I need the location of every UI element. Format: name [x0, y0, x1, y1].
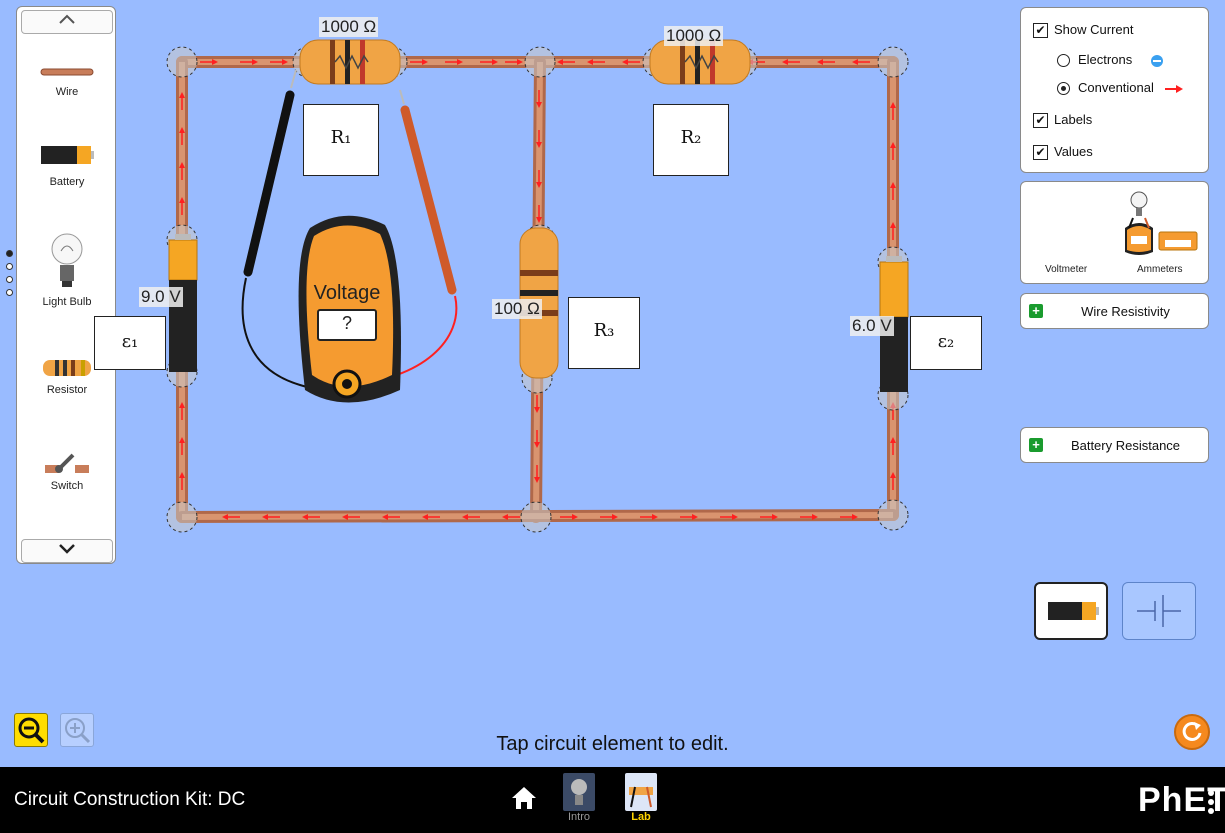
checkbox-checked-icon: ✔ [1033, 23, 1048, 39]
vertex[interactable] [166, 501, 198, 533]
lab-circuit-icon [625, 773, 657, 811]
resistor-r2[interactable] [649, 39, 751, 85]
radio-selected-icon [1057, 82, 1070, 96]
screen-lab-button[interactable]: Lab [620, 773, 662, 823]
e1-value-label[interactable]: 9.0 V [139, 287, 183, 307]
voltmeter-tool-label: Voltmeter [1045, 264, 1088, 275]
battery-view-icon [1048, 602, 1099, 620]
voltmeter-reading: ? [341, 313, 352, 333]
intro-bulb-icon [563, 773, 595, 811]
vertex[interactable] [877, 46, 909, 78]
expand-plus-icon[interactable]: + [1029, 304, 1043, 318]
expand-plus-icon[interactable]: + [1029, 438, 1043, 452]
schematic-battery-icon [1137, 595, 1181, 627]
electron-icon [1150, 54, 1163, 67]
checkbox-checked-icon: ✔ [1033, 113, 1048, 129]
ammeters-tool-label: Ammeters [1137, 264, 1183, 275]
lifelike-view-button[interactable] [1034, 582, 1108, 640]
label-r1: R₁ [303, 104, 379, 176]
label-r2: R₂ [653, 104, 729, 176]
e2-value-label[interactable]: 6.0 V [850, 316, 894, 336]
r2-value-label[interactable]: 1000 Ω [664, 26, 724, 46]
radio-unselected-icon [1057, 54, 1070, 68]
label-e1: ε₁ [94, 316, 166, 370]
wire-resistivity-accordion[interactable]: + Wire Resistivity [1020, 293, 1209, 329]
conventional-arrow-icon [1164, 84, 1183, 93]
battery-resistance-accordion[interactable]: + Battery Resistance [1020, 427, 1209, 463]
edit-hint-text: Tap circuit element to edit. [496, 733, 729, 755]
voltmeter-device[interactable] [298, 215, 401, 403]
conventional-radio[interactable]: Conventional [1057, 80, 1184, 96]
screen-label: Lab [631, 811, 651, 823]
schematic-view-button[interactable] [1122, 582, 1196, 640]
screen-intro-button[interactable]: Intro [558, 773, 600, 823]
display-options-panel: ✔ Show Current Electrons Conventional ✔ La… [1020, 7, 1209, 173]
vertex[interactable] [524, 46, 556, 78]
phet-menu-button[interactable] [1207, 789, 1215, 820]
label-e2: ε₂ [910, 316, 982, 370]
label-r3: R₃ [568, 297, 640, 369]
checkbox-checked-icon: ✔ [1033, 145, 1048, 161]
values-checkbox[interactable]: ✔ Values [1033, 144, 1093, 161]
meters-icons [1125, 191, 1198, 255]
vertex[interactable] [166, 46, 198, 78]
home-icon [512, 787, 536, 809]
sim-title: Circuit Construction Kit: DC [14, 789, 246, 810]
navigation-bar: Circuit Construction Kit: DC Intro Lab P… [0, 767, 1225, 833]
meters-panel: Voltmeter Ammeters [1020, 181, 1209, 284]
r1-value-label[interactable]: 1000 Ω [319, 17, 379, 37]
vertical-ellipsis-icon [1208, 790, 1214, 814]
electrons-radio[interactable]: Electrons [1057, 52, 1164, 68]
resistor-r1[interactable] [299, 39, 401, 85]
vertex[interactable] [520, 501, 552, 533]
vertex[interactable] [877, 499, 909, 531]
r3-value-label[interactable]: 100 Ω [492, 299, 542, 319]
home-button[interactable] [510, 785, 538, 816]
voltmeter-title: Voltage [313, 282, 381, 304]
voltmeter-toolbox-icon[interactable] [1125, 191, 1153, 255]
ammeter-toolbox-icon[interactable] [1158, 231, 1198, 251]
screen-label: Intro [567, 811, 590, 823]
show-current-checkbox[interactable]: ✔ Show Current [1033, 22, 1133, 39]
labels-checkbox[interactable]: ✔ Labels [1033, 112, 1092, 129]
